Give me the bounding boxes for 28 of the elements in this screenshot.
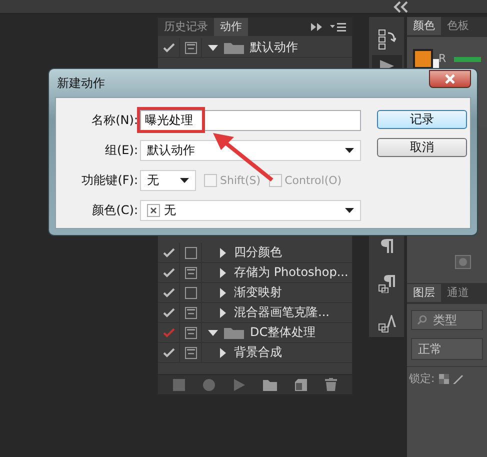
panel-tab[interactable]: 图层 <box>407 284 441 302</box>
blend-mode-dropdown[interactable]: 正常 <box>411 338 483 360</box>
field-label: 组(E): <box>104 142 139 159</box>
action-set-label[interactable]: DC整体处理 <box>250 324 316 341</box>
action-set-label[interactable]: 默认动作 <box>250 39 298 56</box>
lock-label: 锁定: <box>409 371 435 386</box>
field-label: 颜色(C): <box>91 202 139 219</box>
field-label: 功能键(F): <box>80 172 139 189</box>
record-button[interactable]: 记录 <box>377 110 467 129</box>
name-field[interactable]: 曝光处理 <box>140 110 361 131</box>
field-label: 名称(N): <box>90 112 139 129</box>
dialog-title: 新建动作 <box>56 74 105 92</box>
channel-label: R <box>438 52 446 65</box>
filter-dropdown[interactable]: 类型 <box>411 310 483 330</box>
checkbox-label: Shift(S) <box>220 174 261 187</box>
action-label[interactable]: 背景合成 <box>234 344 282 361</box>
color-dropdown[interactable]: 无 <box>140 200 361 221</box>
action-label[interactable]: 渐变映射 <box>234 284 282 301</box>
action-label[interactable]: 四分颜色 <box>234 244 282 261</box>
checkbox-label: Control(O) <box>284 174 342 187</box>
action-label[interactable]: 混合器画笔克隆... <box>234 304 330 321</box>
panel-tab[interactable]: 动作 <box>214 18 248 36</box>
group-dropdown[interactable]: 默认动作 <box>140 140 361 161</box>
panel-tab[interactable]: 颜色 <box>407 17 441 35</box>
panel-tab[interactable]: 历史记录 <box>158 18 214 36</box>
cancel-button[interactable]: 取消 <box>377 138 467 157</box>
function-key-dropdown[interactable]: 无 <box>140 170 196 191</box>
action-label[interactable]: 存储为 Photoshop... <box>234 264 348 281</box>
